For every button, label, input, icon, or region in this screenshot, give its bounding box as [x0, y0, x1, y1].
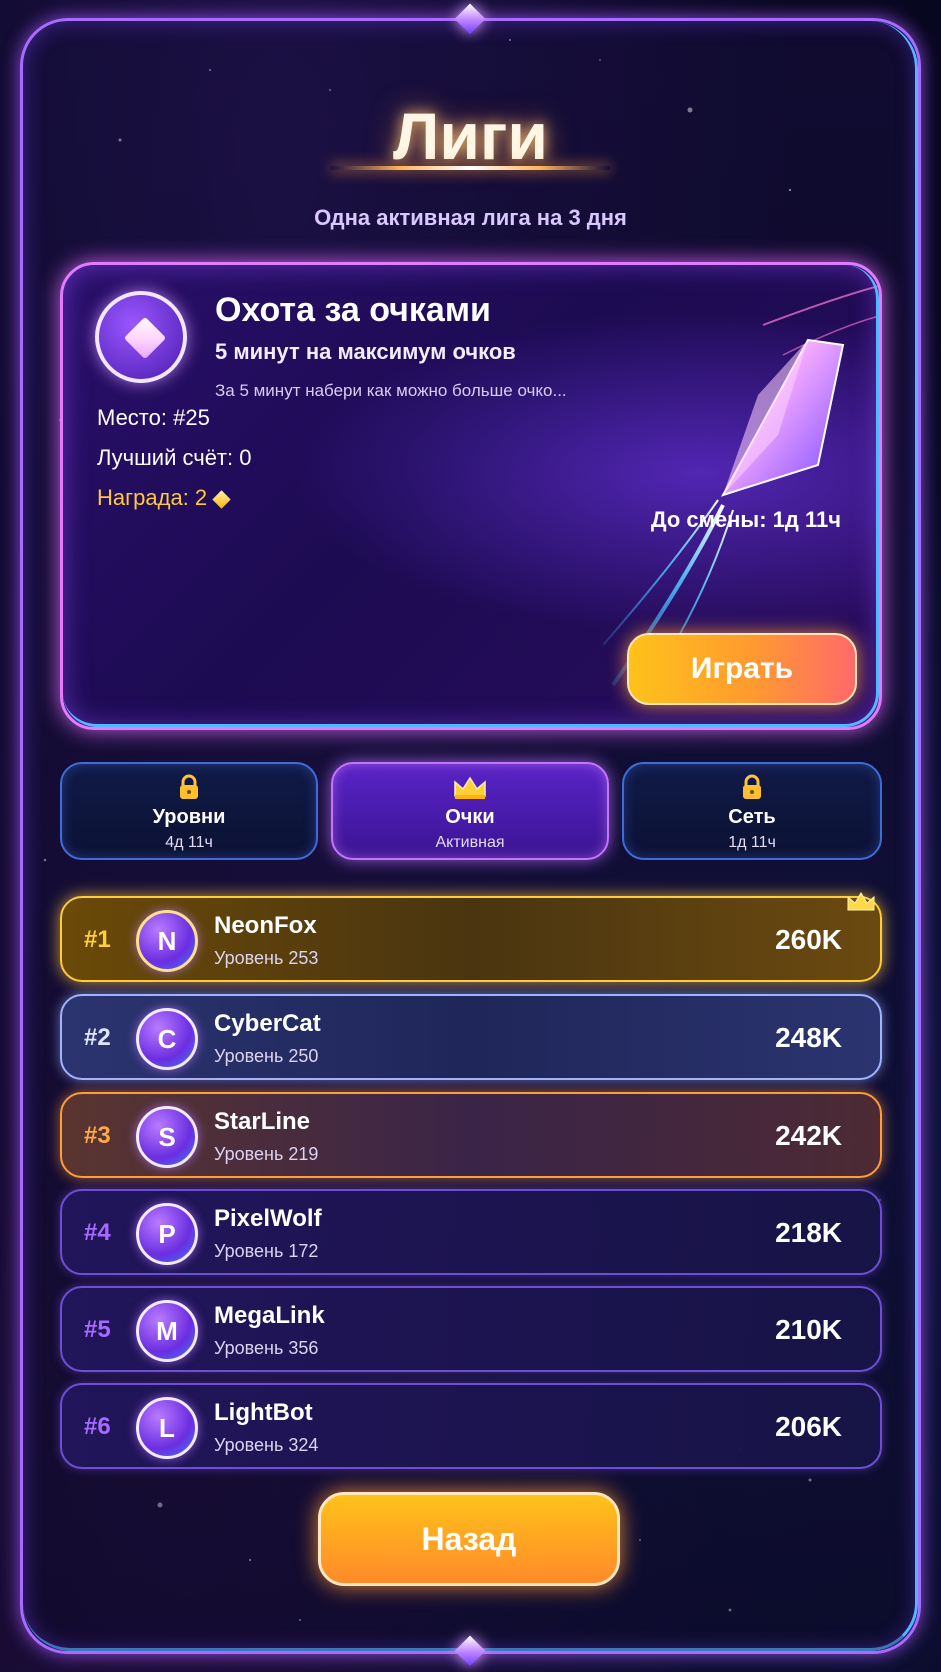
avatar: S: [136, 1106, 198, 1168]
player-name: MegaLink: [214, 1302, 325, 1329]
title-flare: [330, 166, 610, 170]
leaderboard-row[interactable]: #3 S StarLine Уровень 219 242K: [60, 1092, 882, 1178]
active-league-card: Охота за очками 5 минут на максимум очко…: [60, 262, 882, 730]
leaderboard-row[interactable]: #1 N NeonFox Уровень 253 260K: [60, 892, 882, 982]
best-score-stat: Лучший счёт: 0: [97, 445, 252, 470]
avatar: L: [136, 1397, 198, 1459]
play-button[interactable]: Играть: [627, 633, 857, 705]
tab-network[interactable]: Сеть 1д 11ч: [622, 762, 882, 860]
player-name: NeonFox: [214, 912, 317, 939]
avatar: P: [136, 1203, 198, 1265]
player-name: PixelWolf: [214, 1205, 322, 1232]
player-score: 206K: [775, 1411, 842, 1442]
tab-levels-label: Уровни: [152, 806, 226, 828]
lock-icon: [180, 774, 198, 799]
crown-icon: [454, 776, 486, 799]
leaderboard-row[interactable]: #6 L LightBot Уровень 324 206K: [60, 1383, 882, 1469]
tab-network-timer: 1д 11ч: [728, 834, 776, 851]
rank-number: #2: [84, 1024, 111, 1051]
tab-points-label: Очки: [445, 806, 495, 828]
back-button[interactable]: Назад: [318, 1492, 620, 1586]
rank-number: #4: [84, 1219, 111, 1246]
tab-points-status: Активная: [435, 834, 505, 851]
player-score: 218K: [775, 1217, 842, 1248]
tab-levels[interactable]: Уровни 4д 11ч: [60, 762, 318, 860]
league-timer: До смены: 1д 11ч: [650, 507, 841, 532]
player-score: 210K: [775, 1314, 842, 1345]
league-emblem: [95, 291, 187, 383]
rank-number: #5: [84, 1316, 111, 1343]
player-score: 248K: [775, 1022, 842, 1053]
tab-levels-timer: 4д 11ч: [165, 834, 213, 851]
player-score: 260K: [775, 924, 842, 955]
rank-number: #6: [84, 1413, 111, 1440]
avatar: N: [136, 910, 198, 972]
reward-text: Награда: 2: [97, 485, 208, 510]
rank-number: #1: [84, 926, 111, 953]
leaderboard-row[interactable]: #2 C CyberCat Уровень 250 248K: [60, 994, 882, 1080]
rank-number: #3: [84, 1122, 111, 1149]
crown-icon: [847, 892, 875, 911]
player-score: 242K: [775, 1120, 842, 1151]
avatar: M: [136, 1300, 198, 1362]
leaderboard-row[interactable]: #4 P PixelWolf Уровень 172 218K: [60, 1189, 882, 1275]
player-level: Уровень 172: [214, 1241, 319, 1261]
place-stat: Место: #25: [97, 405, 210, 430]
league-description: За 5 минут набери как можно больше очко.…: [215, 381, 567, 400]
leagues-screen: Лиги Одна активная лига на 3 дня Охота з…: [0, 0, 941, 1672]
tab-network-label: Сеть: [728, 806, 776, 828]
diamond-gem-icon: [123, 316, 167, 360]
tab-points[interactable]: Очки Активная: [331, 762, 609, 860]
league-subtitle: 5 минут на максимум очков: [215, 339, 516, 364]
player-name: StarLine: [214, 1108, 311, 1135]
player-name: CyberCat: [214, 1010, 321, 1037]
player-level: Уровень 219: [214, 1144, 319, 1164]
leaderboard-row[interactable]: #5 M MegaLink Уровень 356 210K: [60, 1286, 882, 1372]
page-subtitle: Одна активная лига на 3 дня: [314, 205, 627, 230]
player-name: LightBot: [214, 1399, 313, 1426]
league-title: Охота за очками: [215, 291, 491, 329]
gold-gem-icon: [212, 489, 231, 509]
player-level: Уровень 356: [214, 1338, 319, 1358]
player-level: Уровень 324: [214, 1435, 319, 1455]
player-level: Уровень 250: [214, 1046, 319, 1066]
page-title: Лиги: [393, 99, 548, 173]
player-level: Уровень 253: [214, 948, 319, 968]
league-tabs: Уровни 4д 11ч Очки Активная Сеть 1д 11ч: [60, 762, 882, 862]
lock-icon: [743, 774, 761, 799]
reward-stat: Награда: 2: [97, 485, 231, 511]
avatar: C: [136, 1008, 198, 1070]
